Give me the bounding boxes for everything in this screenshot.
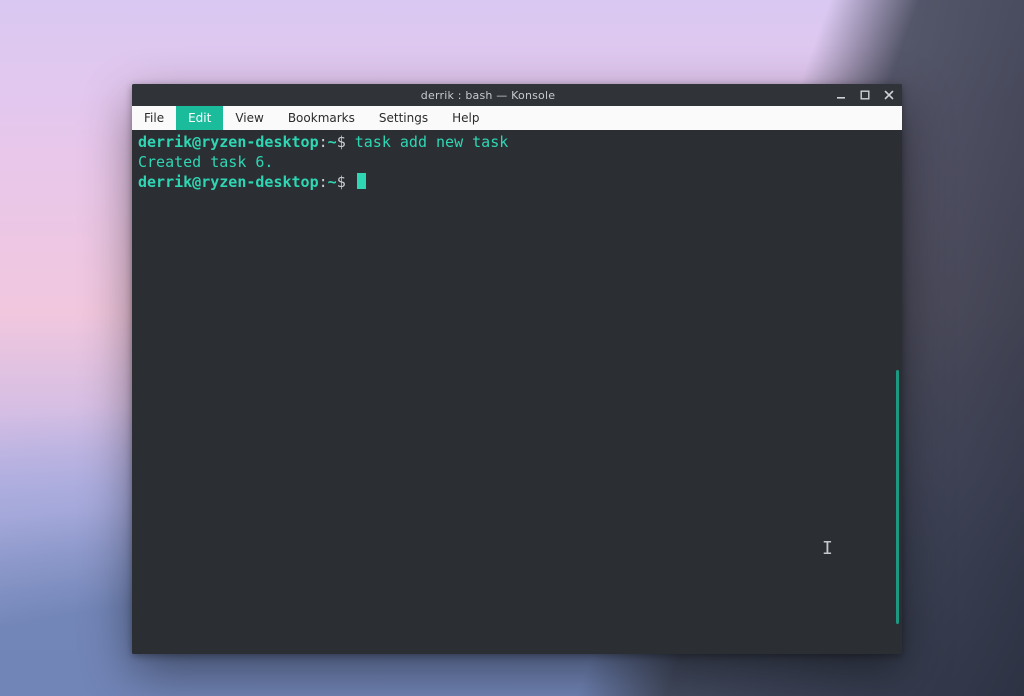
text-cursor-ibeam-icon: I [822, 540, 833, 558]
entered-command: task add new task [355, 133, 509, 151]
scrollbar[interactable] [896, 370, 899, 624]
menu-help[interactable]: Help [440, 106, 491, 130]
close-icon [884, 90, 894, 100]
maximize-icon [860, 90, 870, 100]
minimize-button[interactable] [834, 88, 848, 102]
window-controls [834, 88, 896, 102]
menu-file[interactable]: File [132, 106, 176, 130]
titlebar[interactable]: derrik : bash — Konsole [132, 84, 902, 106]
minimize-icon [836, 90, 846, 100]
prompt-path: ~ [328, 133, 337, 151]
prompt-user-host: derrik@ryzen-desktop [138, 133, 319, 151]
prompt-separator-2: : [319, 173, 328, 191]
prompt-user-host-2: derrik@ryzen-desktop [138, 173, 319, 191]
prompt-symbol: $ [337, 133, 346, 151]
prompt-symbol-2: $ [337, 173, 346, 191]
close-button[interactable] [882, 88, 896, 102]
command-output: Created task 6. [138, 153, 273, 171]
menu-view[interactable]: View [223, 106, 275, 130]
menu-bookmarks[interactable]: Bookmarks [276, 106, 367, 130]
menubar: File Edit View Bookmarks Settings Help [132, 106, 902, 130]
prompt-path-2: ~ [328, 173, 337, 191]
terminal-output: derrik@ryzen-desktop:~$ task add new tas… [138, 132, 896, 192]
cursor-block [357, 173, 366, 189]
window-title: derrik : bash — Konsole [142, 90, 834, 101]
desktop-wallpaper: derrik : bash — Konsole [0, 0, 1024, 696]
terminal-area[interactable]: derrik@ryzen-desktop:~$ task add new tas… [132, 130, 902, 654]
menu-edit[interactable]: Edit [176, 106, 223, 130]
prompt-separator: : [319, 133, 328, 151]
maximize-button[interactable] [858, 88, 872, 102]
konsole-window: derrik : bash — Konsole [132, 84, 902, 654]
menu-settings[interactable]: Settings [367, 106, 440, 130]
